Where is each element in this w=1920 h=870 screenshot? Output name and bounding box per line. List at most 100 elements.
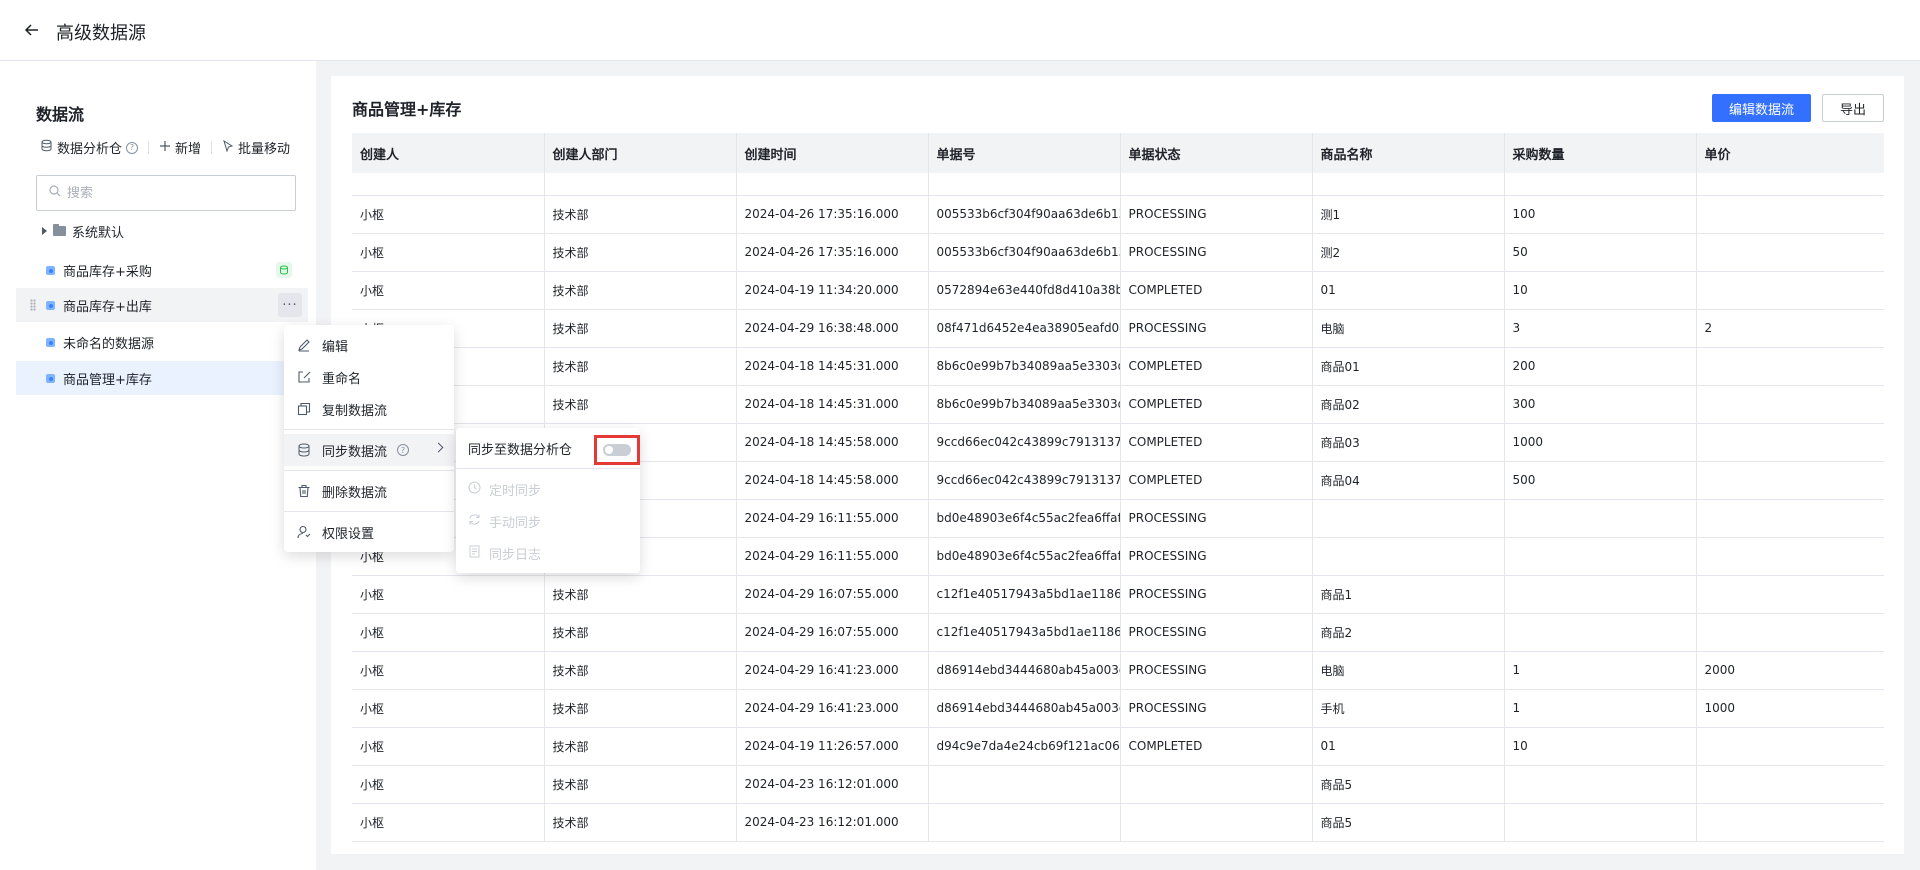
dataflow-item[interactable]: 未命名的数据源	[16, 325, 308, 359]
table-cell: 2000	[1696, 651, 1884, 690]
column-header[interactable]: 商品名称	[1312, 133, 1505, 173]
edit-dataflow-button[interactable]: 编辑数据流	[1712, 94, 1811, 122]
table-row[interactable]: 小枢 技术部 2024-04-29 16:07:55.000 c12f1e405179…	[352, 613, 1884, 652]
table-cell: 小枢	[352, 689, 545, 728]
table-cell: 2024-04-19 11:26:57.000	[736, 727, 929, 766]
column-header[interactable]: 创建人部门	[544, 133, 737, 173]
menu-item-copy[interactable]: 复制数据流	[284, 393, 454, 425]
plus-icon	[159, 140, 171, 156]
table-cell: 1000	[1696, 689, 1884, 728]
menu-item-delete[interactable]: 删除数据流	[284, 475, 454, 507]
dataflow-icon	[46, 300, 55, 310]
table-row[interactable]: 小枢 技术部 2024-04-19 11:34:20.000 0572894e63e4…	[352, 271, 1884, 310]
table-cell: 2024-04-29 16:38:48.000	[736, 309, 929, 348]
rename-icon	[296, 369, 312, 385]
caret-right-icon[interactable]	[42, 227, 47, 235]
table-cell: 手机	[1312, 689, 1505, 728]
table-cell: 2024-04-29 16:11:55.000	[736, 537, 929, 576]
menu-item-rename[interactable]: 重命名	[284, 361, 454, 393]
dataflow-title: 商品管理+库存	[352, 100, 462, 119]
table-cell: 技术部	[544, 689, 737, 728]
folder-system-default[interactable]: 系统默认	[42, 221, 124, 241]
dataflow-item[interactable]: 商品库存+出库 ···	[16, 288, 308, 322]
table-cell: 技术部	[544, 613, 737, 652]
table-row[interactable]: 小枢技术部2024-04-18 14:45:31.0008b6c0e99b7b3…	[352, 385, 1884, 424]
table-cell	[1696, 423, 1884, 462]
sync-log-item[interactable]: 同步日志	[456, 537, 640, 569]
table-cell: 2024-04-29 16:07:55.000	[736, 613, 929, 652]
help-icon[interactable]: ?	[126, 141, 139, 154]
menu-item-label: 同步数据流	[322, 444, 388, 460]
table-cell: d86914ebd3444680ab45a003de	[928, 651, 1121, 690]
help-icon[interactable]: ?	[397, 444, 410, 456]
table-row[interactable]: 小枢 技术部 2024-04-26 17:35:16.000 005533b6cf30…	[352, 233, 1884, 272]
menu-item-label: 权限设置	[322, 526, 375, 542]
table-cell: 100	[1504, 195, 1697, 234]
table-cell: 电脑	[1312, 309, 1505, 348]
menu-item-label: 编辑	[322, 339, 349, 355]
export-button[interactable]: 导出	[1822, 94, 1884, 122]
table-row[interactable]: 小枢 技术部 2024-04-29 16:07:55.000 c12f1e405179…	[352, 575, 1884, 614]
table-cell: 50	[1504, 233, 1697, 272]
menu-item-sync[interactable]: 同步数据流 ?	[284, 434, 454, 466]
table-cell: PROCESSING	[1120, 195, 1313, 234]
search-field[interactable]	[36, 175, 296, 211]
table-cell: 技术部	[544, 195, 737, 234]
clock-icon	[468, 481, 481, 498]
manual-sync-item[interactable]: 手动同步	[456, 505, 640, 537]
table-cell: 小枢	[352, 613, 545, 652]
back-arrow-icon[interactable]	[22, 20, 42, 40]
table-row[interactable]: 小枢 技术部 2024-04-26 17:35:16.000 005533b6cf30…	[352, 195, 1884, 234]
table-cell	[1696, 499, 1884, 538]
table-row[interactable]: 小枢 技术部 2024-04-29 16:41:23.000 d86914ebd344…	[352, 651, 1884, 690]
table-row[interactable]: 小枢技术部2024-04-29 16:38:48.00008f471d6452e…	[352, 309, 1884, 348]
page-title: 高级数据源	[56, 23, 146, 44]
table-cell	[1696, 195, 1884, 234]
add-button[interactable]: 新增	[159, 138, 201, 157]
table-cell: 技术部	[544, 765, 737, 804]
table-cell: 2024-04-29 16:41:23.000	[736, 689, 929, 728]
search-input[interactable]	[67, 185, 267, 201]
column-header[interactable]: 创建人	[352, 133, 545, 173]
table-row[interactable]: 小枢 技术部 2024-04-29 16:41:23.000 d86914ebd344…	[352, 689, 1884, 728]
column-header[interactable]: 单价	[1696, 133, 1884, 173]
table-row[interactable]: 小枢技术部2024-04-18 14:45:31.0008b6c0e99b7b3…	[352, 347, 1884, 386]
more-options-button[interactable]: ···	[278, 293, 302, 317]
table-cell	[1696, 727, 1884, 766]
menu-item-edit[interactable]: 编辑	[284, 329, 454, 361]
folder-label: 系统默认	[72, 225, 125, 241]
menu-item-permissions[interactable]: 权限设置	[284, 516, 454, 548]
divider	[148, 141, 150, 154]
table-cell	[1696, 271, 1884, 310]
table-cell	[1120, 803, 1313, 842]
user-permission-icon	[296, 524, 312, 540]
column-header[interactable]: 单据状态	[1120, 133, 1313, 173]
table-cell: 技术部	[544, 233, 737, 272]
menu-item-label: 重命名	[322, 371, 362, 387]
table-row[interactable]: 小枢 技术部 2024-04-23 16:12:01.000 商品5	[352, 765, 1884, 804]
table-cell	[1504, 537, 1697, 576]
table-row[interactable]: 小枢 技术部 2024-04-19 11:26:57.000 d94c9e7da4e2…	[352, 727, 1884, 766]
menu-divider	[284, 470, 454, 471]
scheduled-sync-item[interactable]: 定时同步	[456, 473, 640, 505]
column-header[interactable]: 单据号	[928, 133, 1121, 173]
column-header[interactable]: 创建时间	[736, 133, 929, 173]
table-cell: 技术部	[544, 651, 737, 690]
sync-toggle-switch[interactable]	[603, 444, 631, 456]
dataflow-icon	[46, 337, 55, 347]
batch-move-button[interactable]: 批量移动	[222, 138, 290, 157]
dataflow-item-active[interactable]: 商品管理+库存	[16, 361, 308, 395]
table-cell: 2024-04-26 17:35:16.000	[736, 195, 929, 234]
table-cell: 技术部	[544, 271, 737, 310]
sidebar-toolbar: 数据分析仓 ? 新增 批量移动	[40, 138, 290, 157]
column-header[interactable]: 采购数量	[1504, 133, 1697, 173]
dataflow-item[interactable]: 商品库存+采购	[16, 253, 308, 287]
table-cell	[1696, 537, 1884, 576]
table-cell: 10	[1504, 271, 1697, 310]
table-cell: 2024-04-23 16:12:01.000	[736, 765, 929, 804]
warehouse-button[interactable]: 数据分析仓 ?	[40, 138, 139, 157]
scheduled-sync-label: 定时同步	[489, 483, 542, 499]
table-row[interactable]: 小枢 技术部 2024-04-23 16:12:01.000 商品5	[352, 803, 1884, 842]
drag-handle-icon[interactable]	[30, 299, 36, 311]
table-cell: PROCESSING	[1120, 233, 1313, 272]
